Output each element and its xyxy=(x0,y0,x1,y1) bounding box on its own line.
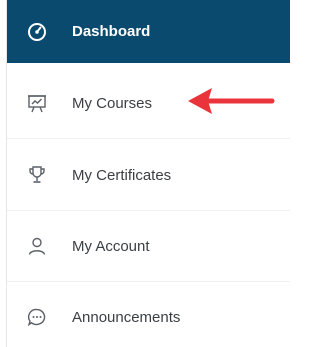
annotation-arrow xyxy=(188,88,275,114)
sidebar-item-label: My Courses xyxy=(72,94,153,112)
presentation-board-icon xyxy=(27,93,47,113)
sidebar-item-label: My Account xyxy=(72,237,150,255)
sidebar-item-dashboard[interactable]: Dashboard xyxy=(7,0,290,63)
sidebar-item-label: My Certificates xyxy=(72,166,172,184)
screen: Dashboard My Courses My Certificates My … xyxy=(0,0,290,347)
dashboard-gauge-icon xyxy=(27,22,47,42)
sidebar-menu: Dashboard My Courses My Certificates My … xyxy=(6,0,290,347)
user-icon xyxy=(27,236,47,256)
sidebar-item-announcements[interactable]: Announcements xyxy=(7,282,290,347)
sidebar-item-label: Dashboard xyxy=(72,23,151,40)
chat-bubble-icon xyxy=(27,307,47,327)
sidebar-item-label: Announcements xyxy=(72,308,181,326)
sidebar-item-my-certificates[interactable]: My Certificates xyxy=(7,140,290,211)
sidebar-item-my-account[interactable]: My Account xyxy=(7,211,290,282)
trophy-icon xyxy=(27,165,47,185)
